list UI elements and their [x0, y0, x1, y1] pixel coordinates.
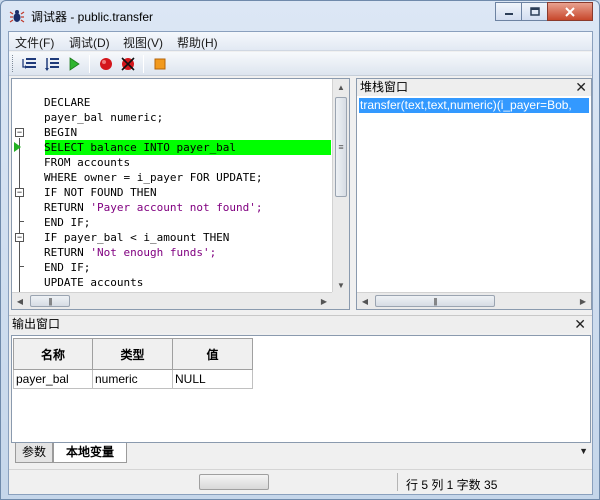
- variable-name-cell[interactable]: payer_bal: [13, 370, 93, 389]
- output-window-title: 输出窗口: [12, 317, 61, 331]
- code-line[interactable]: payer_bal numeric;: [44, 110, 163, 125]
- menu-bar: 文件(F) 调试(D) 视图(V) 帮助(H): [9, 32, 592, 51]
- status-scroll-thumb[interactable]: [199, 474, 269, 490]
- maximize-button[interactable]: [521, 2, 548, 21]
- stack-window-header: 堆栈窗口 ✕: [357, 79, 591, 96]
- continue-icon: [69, 57, 80, 71]
- minimize-icon: [504, 12, 513, 15]
- code-line[interactable]: FROM accounts: [44, 155, 130, 170]
- code-horizontal-scrollbar[interactable]: ◀ ||| ▶: [12, 292, 332, 309]
- continue-button[interactable]: [65, 55, 83, 73]
- code-line[interactable]: IF payer_bal < i_amount THEN: [44, 230, 229, 245]
- clear-breakpoints-icon: [121, 57, 135, 71]
- code-string: 'Payer account not found';: [90, 201, 263, 214]
- toolbar-separator: [89, 55, 90, 73]
- tab-local-variables[interactable]: 本地变量: [53, 443, 127, 463]
- source-code-pane[interactable]: − − − DECLARE payer_bal numeric; BEGIN S…: [11, 78, 350, 310]
- close-icon[interactable]: ✕: [574, 316, 586, 332]
- scroll-down-icon[interactable]: ▼: [333, 277, 349, 293]
- scroll-right-icon[interactable]: ▶: [316, 293, 332, 309]
- scroll-left-icon[interactable]: ◀: [12, 293, 28, 309]
- scroll-up-icon[interactable]: ▲: [333, 79, 349, 95]
- set-breakpoint-icon: [100, 58, 112, 70]
- menu-view[interactable]: 视图(V): [123, 34, 163, 51]
- stack-window-title: 堆栈窗口: [360, 80, 409, 94]
- fold-toggle-icon[interactable]: −: [15, 233, 24, 242]
- code-string: 'Not enough funds';: [90, 246, 217, 259]
- variables-grid[interactable]: 名称 类型 值 payer_bal numeric NULL: [11, 335, 591, 443]
- chevron-down-icon[interactable]: ▼: [579, 446, 588, 456]
- step-over-icon: [45, 58, 59, 71]
- status-bar: 行 5 列 1 字数 35: [9, 469, 592, 494]
- step-into-button[interactable]: [21, 55, 39, 73]
- clear-breakpoints-button[interactable]: [119, 55, 137, 73]
- toolbar-separator: [143, 55, 144, 73]
- variable-type-cell[interactable]: numeric: [92, 370, 173, 389]
- code-line[interactable]: END IF;: [44, 260, 90, 275]
- code-line[interactable]: UPDATE accounts: [44, 275, 143, 290]
- scroll-thumb[interactable]: |||: [375, 295, 495, 307]
- bug-icon: [9, 10, 25, 23]
- output-tabs: 参数 本地变量 ▼: [11, 443, 591, 464]
- fold-toggle-icon[interactable]: −: [15, 188, 24, 197]
- title-bar[interactable]: 调试器 - public.transfer: [1, 1, 599, 31]
- fold-line: [19, 138, 20, 292]
- code-keyword: RETURN: [44, 201, 91, 214]
- toolbar: [9, 52, 592, 76]
- stack-horizontal-scrollbar[interactable]: ◀ ||| ▶: [357, 292, 591, 309]
- menu-file[interactable]: 文件(F): [15, 34, 54, 51]
- scroll-right-icon[interactable]: ▶: [575, 293, 591, 309]
- close-icon[interactable]: ✕: [575, 79, 587, 95]
- code-vertical-scrollbar[interactable]: ▲ ≡ ▼: [332, 79, 349, 293]
- toolbar-grip[interactable]: [12, 55, 15, 72]
- stack-frame[interactable]: transfer(text,text,numeric)(i_payer=Bob,: [359, 98, 589, 113]
- code-line-current[interactable]: SELECT balance INTO payer_bal: [44, 140, 236, 155]
- window-controls: [495, 2, 593, 22]
- code-keyword: RETURN: [44, 246, 91, 259]
- menu-help[interactable]: 帮助(H): [177, 34, 218, 51]
- minimize-button[interactable]: [495, 2, 522, 21]
- scroll-thumb[interactable]: |||: [30, 295, 70, 307]
- code-editor[interactable]: DECLARE payer_bal numeric; BEGIN SELECT …: [26, 79, 332, 293]
- code-gutter[interactable]: − − −: [12, 79, 26, 293]
- current-line-arrow-icon: [14, 142, 21, 152]
- code-line[interactable]: IF NOT FOUND THEN: [44, 185, 157, 200]
- client-area: 文件(F) 调试(D) 视图(V) 帮助(H) − − − DECLARE pa…: [8, 31, 593, 495]
- scroll-corner: [332, 292, 349, 309]
- fold-toggle-icon[interactable]: −: [15, 128, 24, 137]
- step-over-button[interactable]: [43, 55, 61, 73]
- maximize-icon: [529, 7, 540, 16]
- stack-window[interactable]: 堆栈窗口 ✕ transfer(text,text,numeric)(i_pay…: [356, 78, 592, 310]
- menu-debug[interactable]: 调试(D): [69, 34, 110, 51]
- code-line[interactable]: BEGIN: [44, 125, 77, 140]
- close-button[interactable]: [547, 2, 593, 21]
- stop-button[interactable]: [151, 55, 169, 73]
- fold-end-tick: [19, 221, 24, 222]
- column-header-type[interactable]: 类型: [92, 338, 173, 370]
- code-line[interactable]: DECLARE: [44, 95, 90, 110]
- scroll-thumb[interactable]: ≡: [335, 97, 347, 197]
- column-header-name[interactable]: 名称: [13, 338, 93, 370]
- close-icon: [565, 6, 575, 17]
- stop-icon: [154, 58, 166, 70]
- column-header-value[interactable]: 值: [172, 338, 253, 370]
- step-into-icon: [22, 58, 36, 69]
- fold-end-tick: [19, 266, 24, 267]
- code-line[interactable]: RETURN 'Payer account not found';: [44, 200, 263, 215]
- window-title: 调试器 - public.transfer: [31, 10, 154, 24]
- output-window-header: 输出窗口 ✕: [9, 315, 592, 333]
- code-line[interactable]: RETURN 'Not enough funds';: [44, 245, 216, 260]
- variable-value-cell[interactable]: NULL: [172, 370, 253, 389]
- debugger-window: 调试器 - public.transfer 文件(F) 调试(D) 视图(V) …: [0, 0, 600, 500]
- tab-parameters[interactable]: 参数: [15, 443, 53, 463]
- cursor-position: 行 5 列 1 字数 35: [406, 478, 498, 492]
- code-line[interactable]: END IF;: [44, 215, 90, 230]
- scroll-left-icon[interactable]: ◀: [357, 293, 373, 309]
- code-line[interactable]: WHERE owner = i_payer FOR UPDATE;: [44, 170, 263, 185]
- status-separator: [397, 473, 398, 491]
- set-breakpoint-button[interactable]: [97, 55, 115, 73]
